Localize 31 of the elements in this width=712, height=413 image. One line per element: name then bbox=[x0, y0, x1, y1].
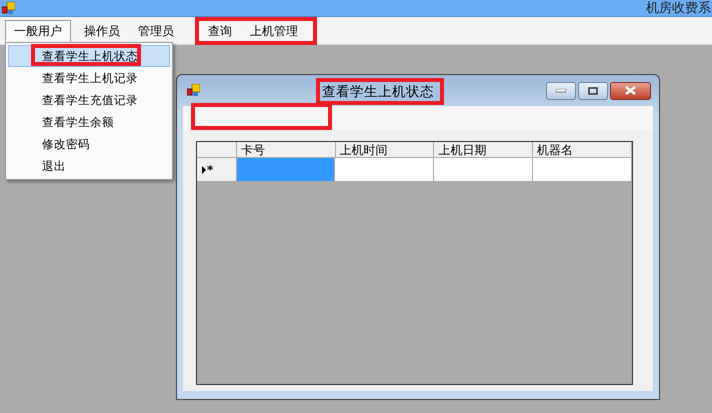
minimize-icon bbox=[556, 88, 566, 92]
menu-option[interactable]: 查看学生充值记录 bbox=[8, 89, 170, 111]
column-header[interactable]: 卡号 bbox=[236, 142, 336, 158]
table-cell[interactable] bbox=[335, 158, 434, 181]
menu-item[interactable]: 查询 bbox=[199, 22, 241, 40]
menu-option[interactable]: 查看学生余额 bbox=[8, 111, 170, 133]
menu-option[interactable]: 查看学生上机记录 bbox=[8, 67, 170, 89]
new-row-marker: * bbox=[207, 162, 214, 176]
menu-option[interactable]: 退出 bbox=[8, 155, 170, 177]
close-icon bbox=[625, 86, 636, 95]
menu-item[interactable]: 管理员 bbox=[129, 20, 183, 42]
table-cell[interactable] bbox=[236, 158, 336, 181]
menu-option[interactable]: 查看学生上机状态 bbox=[8, 45, 170, 67]
close-button[interactable] bbox=[610, 82, 651, 100]
app-icon bbox=[187, 84, 200, 97]
column-header[interactable]: 机器名 bbox=[533, 142, 632, 158]
menu-item[interactable]: 操作员 bbox=[75, 20, 129, 42]
menu-item[interactable]: 上机管理 bbox=[241, 22, 307, 40]
window-title: 查看学生上机状态 bbox=[322, 82, 434, 100]
minimize-button[interactable] bbox=[546, 82, 576, 100]
maximize-button[interactable] bbox=[578, 82, 608, 100]
table-cell[interactable] bbox=[434, 158, 534, 181]
column-header[interactable]: 上机时间 bbox=[336, 142, 434, 158]
menu-option[interactable]: 修改密码 bbox=[8, 133, 170, 155]
column-header[interactable]: 上机日期 bbox=[434, 142, 534, 158]
maximize-icon bbox=[588, 86, 598, 94]
window-title: 机房收费系 bbox=[646, 0, 711, 17]
current-row-icon bbox=[202, 166, 206, 174]
table-cell[interactable] bbox=[533, 158, 632, 181]
menu-item[interactable]: 一般用户 bbox=[5, 20, 71, 42]
app-icon bbox=[2, 2, 15, 14]
